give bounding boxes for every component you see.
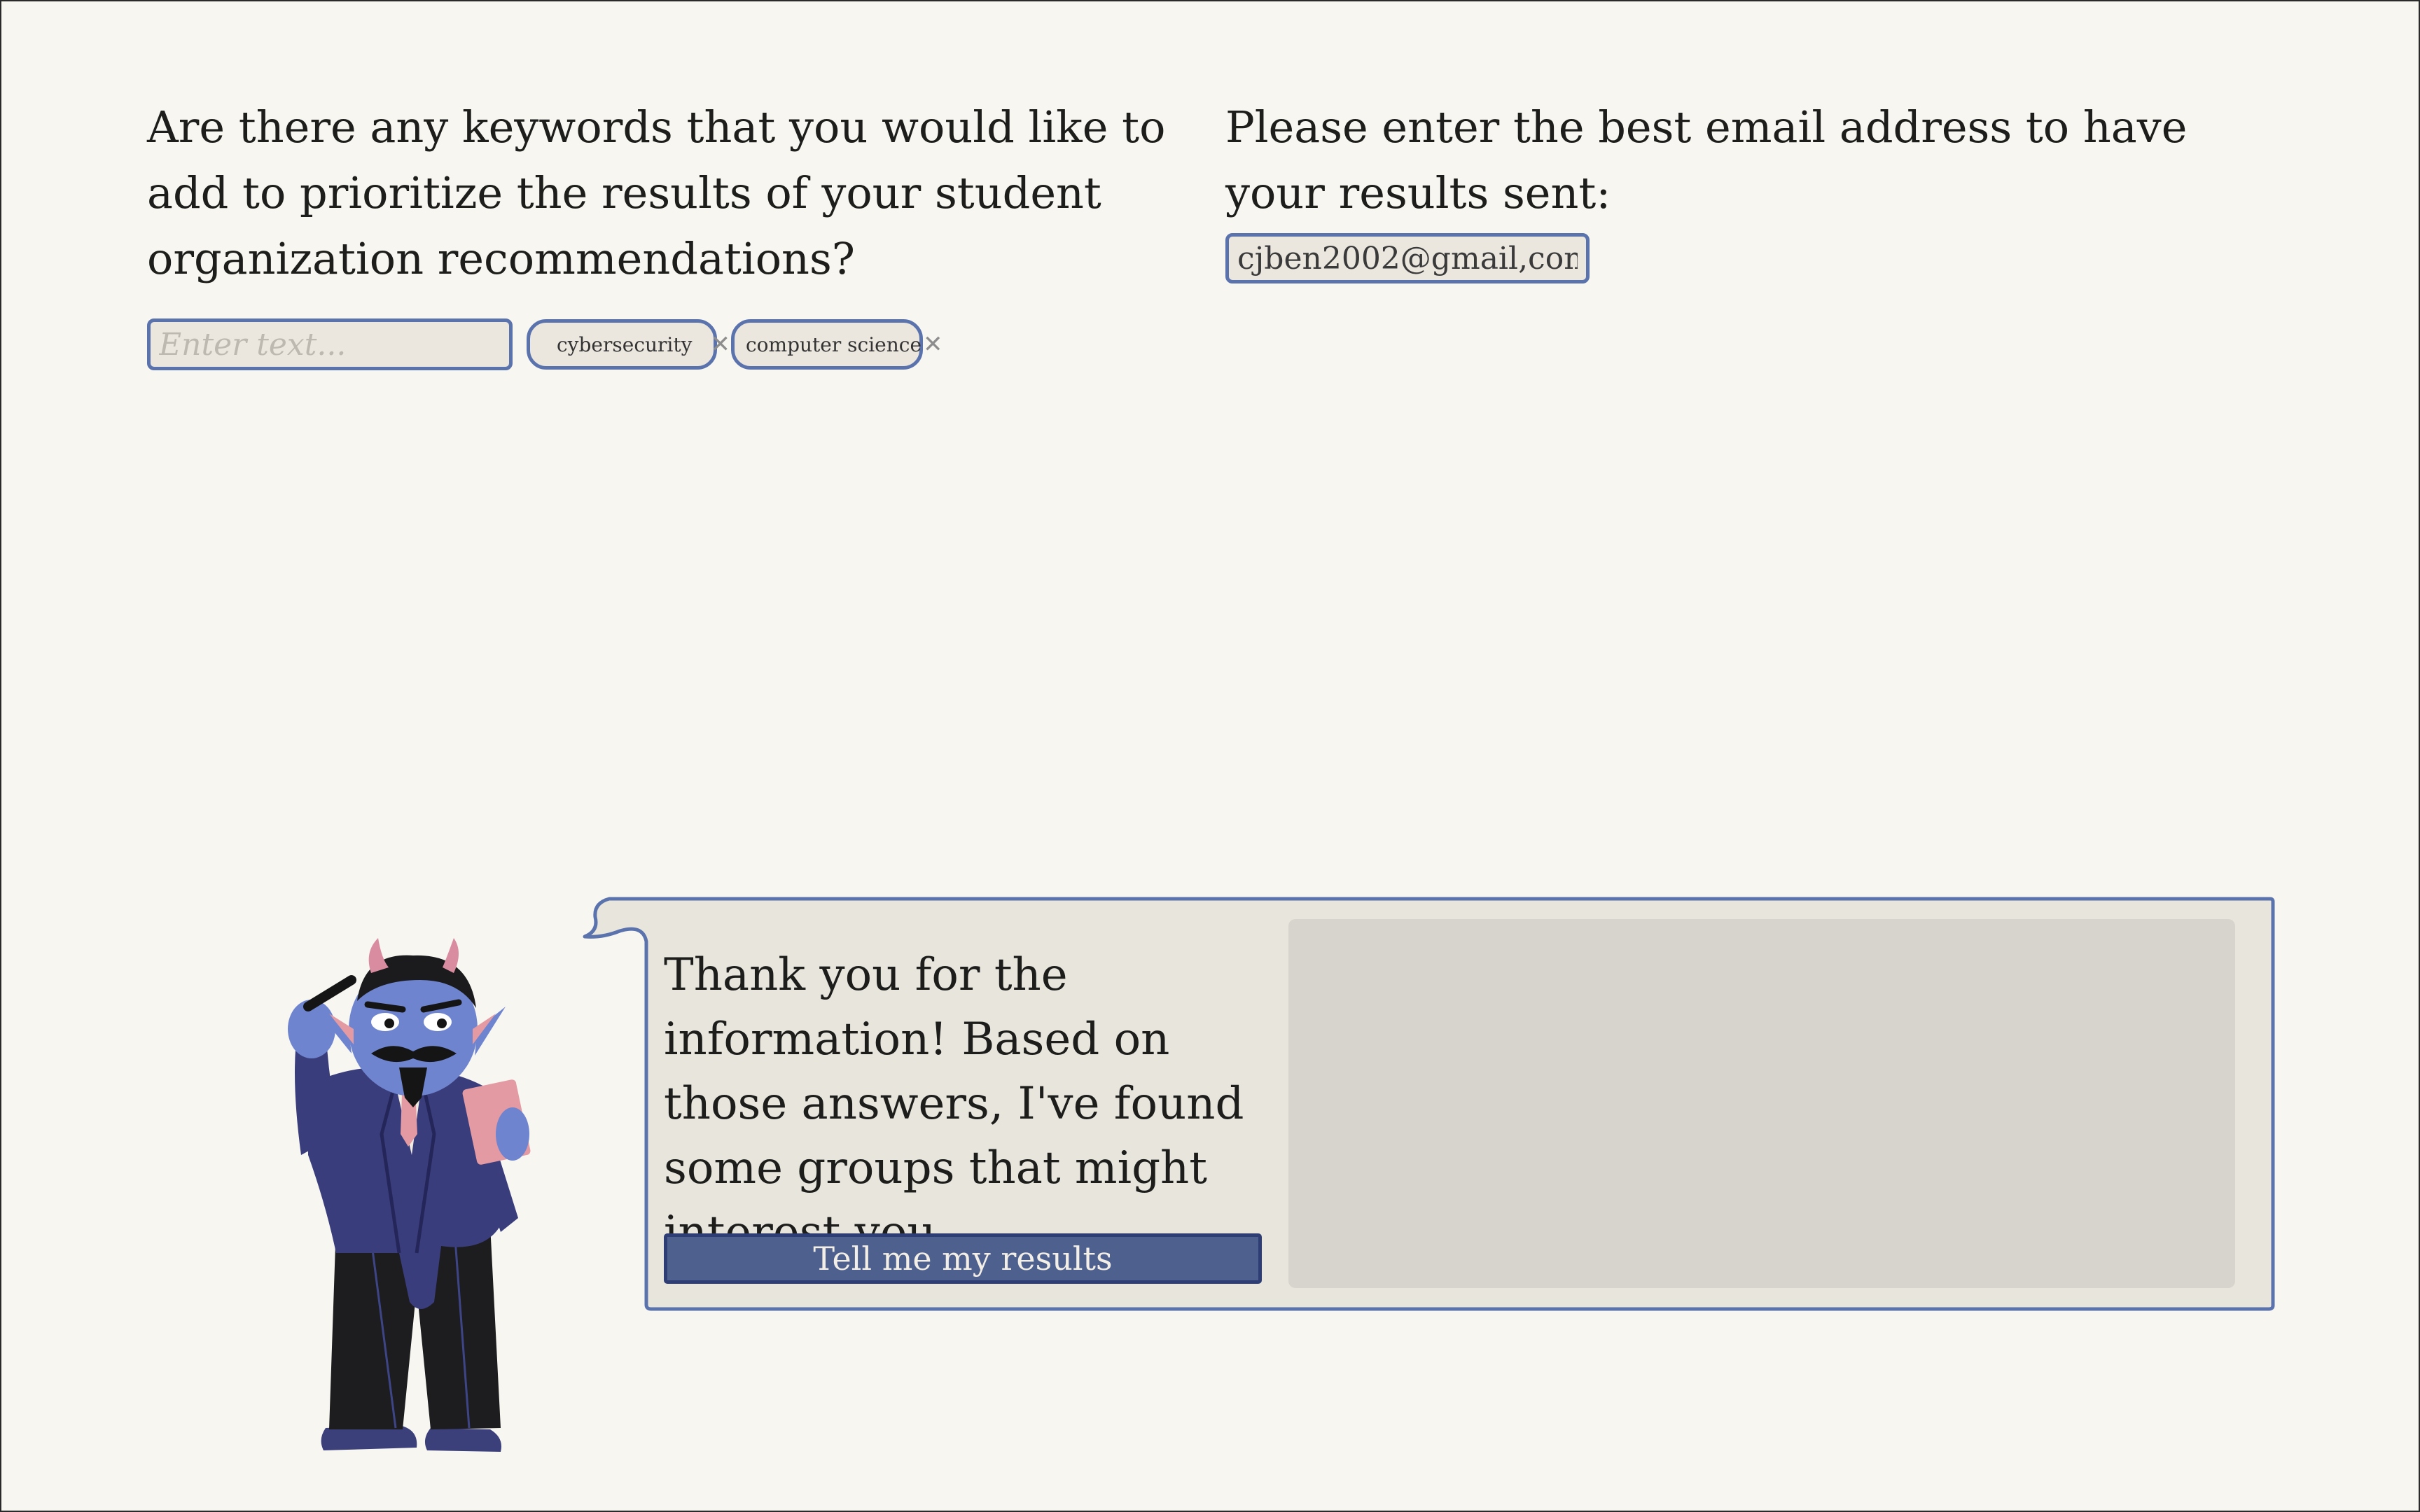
- assistant-message: Thank you for the information! Based on …: [664, 949, 1244, 1259]
- mascot-illustration: [288, 938, 531, 1452]
- results-panel: [1288, 919, 2235, 1288]
- tell-me-results-button[interactable]: Tell me my results: [664, 1233, 1262, 1284]
